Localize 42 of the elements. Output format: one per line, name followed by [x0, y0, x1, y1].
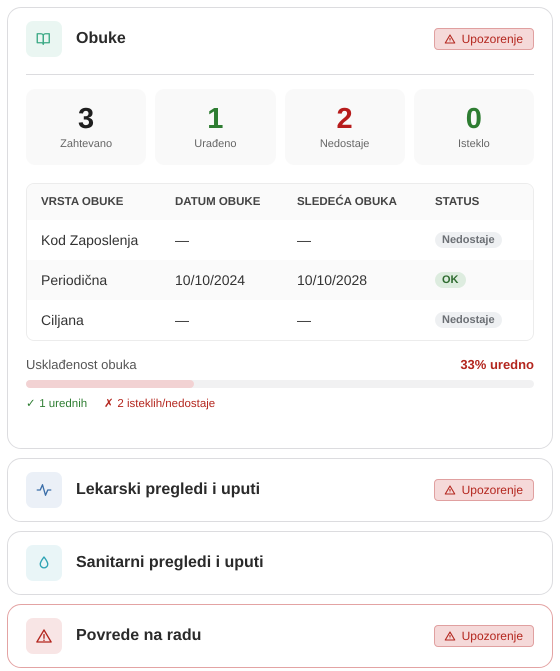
- stat-value: 0: [466, 104, 482, 134]
- section-title[interactable]: Sanitarni pregledi i uputi: [76, 554, 534, 572]
- table-cell-text: 10/10/2024: [175, 272, 246, 288]
- stat-label: Nedostaje: [320, 138, 370, 150]
- warning-icon: [444, 630, 456, 642]
- column-header: SLEDEĆA OBUKA: [297, 196, 398, 208]
- table-cell-text: 10/10/2028: [297, 272, 368, 288]
- book-icon: [26, 21, 62, 57]
- warning-icon: [26, 618, 62, 654]
- stat-label: Zahtevano: [60, 138, 112, 150]
- drop-icon: [26, 545, 62, 581]
- badge-label: Upozorenje: [462, 629, 523, 643]
- table-cell-text: Periodična: [41, 272, 108, 288]
- table-cell-text: —: [297, 312, 312, 328]
- column-header: STATUS: [435, 196, 480, 208]
- table-cell-text: —: [297, 232, 312, 248]
- badge-label: Upozorenje: [462, 483, 523, 497]
- table-cell-text: Ciljana: [41, 312, 85, 328]
- warning-icon: [444, 33, 456, 45]
- stat-label: Isteklo: [458, 138, 490, 150]
- stat-value: 2: [336, 104, 353, 134]
- ok-count: ✓ 1 urednih: [26, 397, 88, 410]
- pulse-icon: [26, 472, 62, 508]
- status-badge: Nedostaje: [435, 312, 502, 328]
- stat-value: 1: [207, 104, 224, 134]
- section-title[interactable]: Lekarski pregledi i uputi: [76, 481, 420, 499]
- status-badge: Nedostaje: [435, 232, 502, 248]
- section-title[interactable]: Obuke: [76, 30, 420, 48]
- badge-label: Upozorenje: [462, 32, 523, 46]
- missing-count: ✗ 2 isteklih/nedostaje: [104, 397, 216, 410]
- column-header: DATUM OBUKE: [175, 196, 262, 208]
- table-cell-text: —: [175, 312, 190, 328]
- section-title[interactable]: Povrede na radu: [76, 627, 420, 645]
- table-cell-text: —: [175, 232, 190, 248]
- compliance-label: Usklađenost obuka: [26, 357, 137, 372]
- warning-icon: [444, 484, 456, 496]
- table-cell-text: Kod Zaposlenja: [41, 232, 140, 248]
- compliance-reading: 33% uredno: [460, 357, 534, 372]
- status-badge: OK: [435, 272, 466, 288]
- stat-value: 3: [78, 104, 94, 134]
- column-header: VRSTA OBUKE: [41, 196, 124, 208]
- stat-label: Urađeno: [194, 138, 236, 150]
